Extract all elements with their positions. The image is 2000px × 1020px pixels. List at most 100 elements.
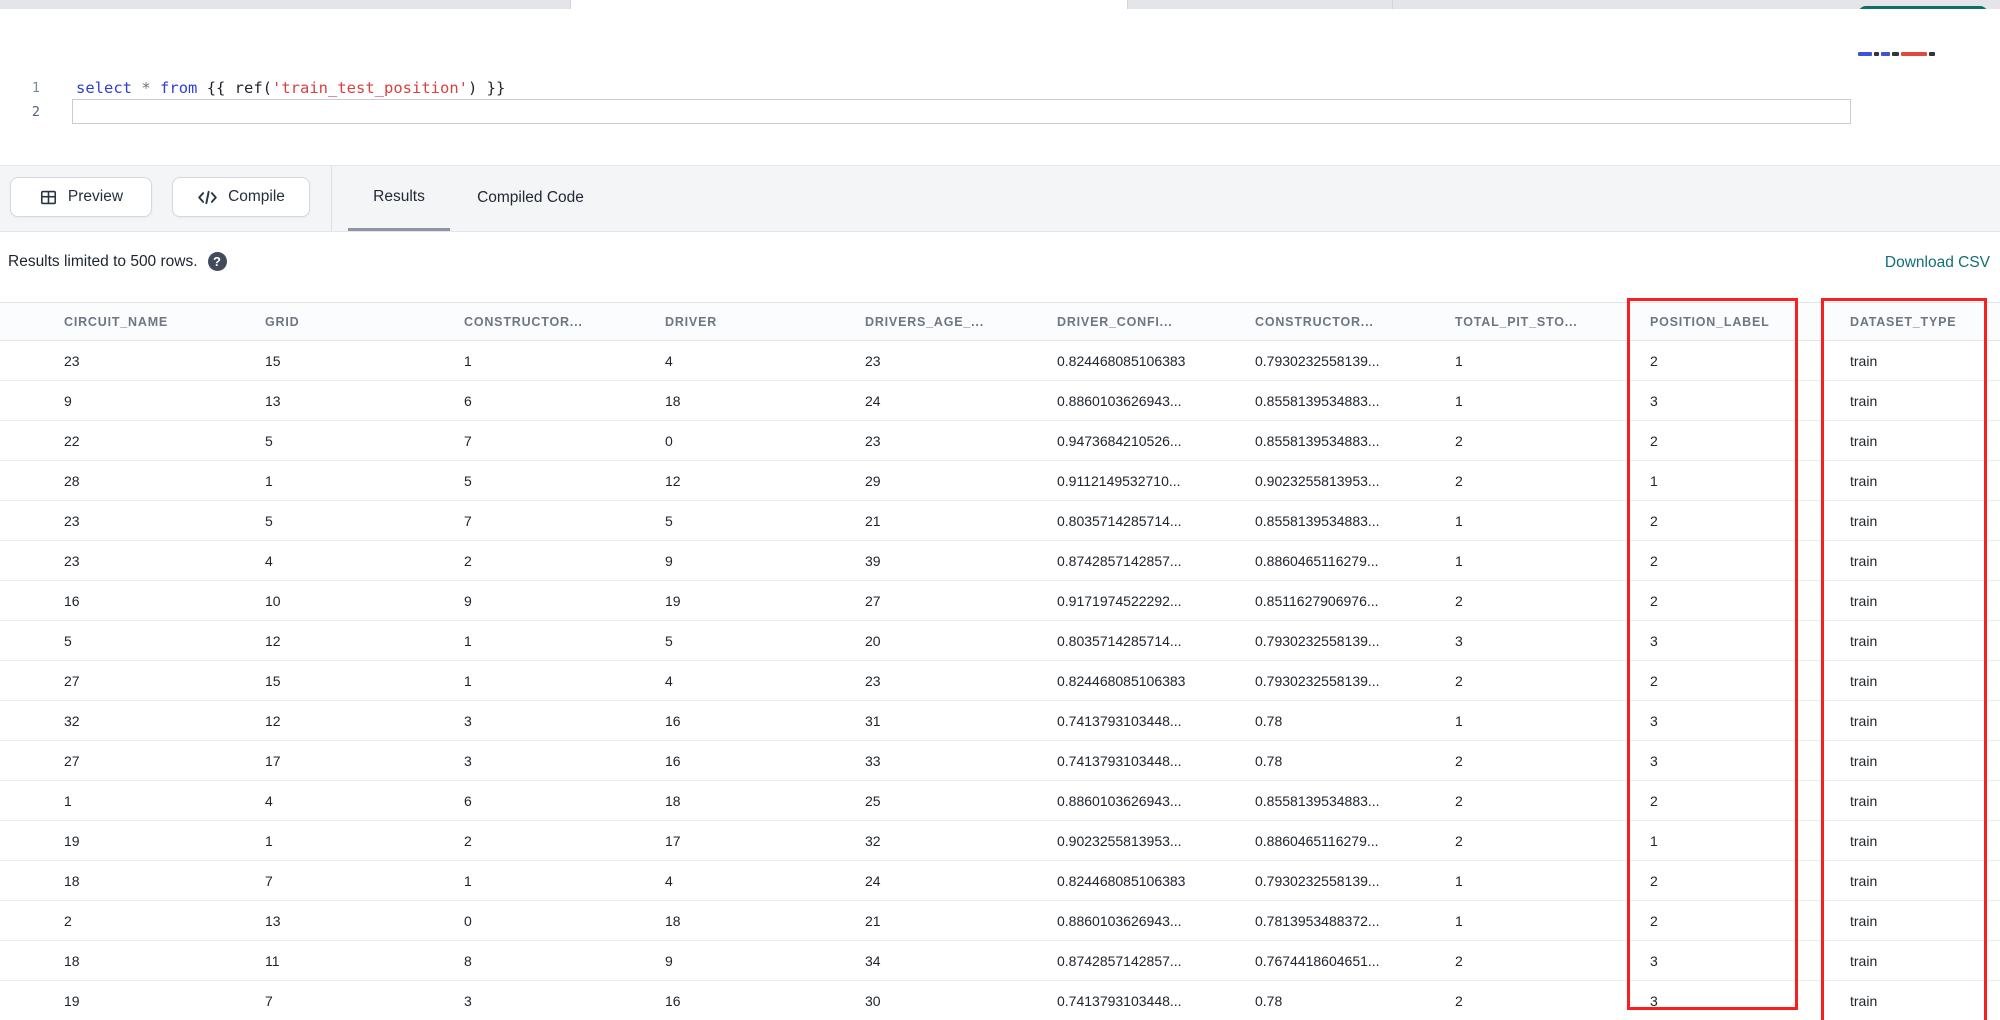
table-cell: train [1850, 992, 1878, 1009]
help-icon[interactable]: ? [207, 252, 227, 271]
table-cell: 4 [665, 872, 673, 889]
table-cell: 0.7413793103448... [1057, 752, 1182, 769]
table-cell: train [1850, 392, 1878, 409]
table-cell: 0.8860103626943... [1057, 912, 1182, 929]
column-header: CONSTRUCTOR... [1255, 314, 1374, 329]
table-cell: 0.7413793103448... [1057, 712, 1182, 729]
table-cell: 3 [1650, 752, 1658, 769]
table-cell: 0 [464, 912, 472, 929]
table-cell: 24 [865, 872, 881, 889]
table-cell: 21 [865, 512, 881, 529]
table-cell: 0.9112149532710... [1057, 472, 1181, 489]
table-cell: 2 [464, 552, 472, 569]
code-line-1[interactable]: select * from {{ ref('train_test_positio… [76, 78, 505, 98]
table-row: 5 12 1 5 20 0.8035714285714... 0.7930232558139… [0, 621, 2000, 661]
table-cell: 1 [265, 472, 273, 489]
table-cell: 1 [1455, 872, 1463, 889]
table-cell: 5 [464, 472, 472, 489]
table-cell: 0.7813953488372... [1255, 912, 1380, 929]
table-cell: 0 [665, 432, 673, 449]
table-grid-icon [39, 188, 58, 207]
table-cell: 9 [665, 952, 673, 969]
table-cell: 2 [1455, 592, 1463, 609]
table-cell: 7 [265, 872, 273, 889]
table-cell: 6 [464, 792, 472, 809]
table-cell: train [1850, 672, 1878, 689]
table-cell: 0.7930232558139... [1255, 352, 1380, 369]
tab-compiled-code[interactable]: Compiled Code [458, 165, 603, 231]
code-token: 'train_test_position' [272, 79, 468, 97]
table-cell: 23 [865, 672, 881, 689]
table-cell: 5 [665, 632, 673, 649]
table-cell: 2 [1455, 752, 1463, 769]
table-cell: train [1850, 912, 1878, 929]
table-cell: 0.7674418604651... [1255, 952, 1380, 969]
table-cell: 23 [865, 432, 881, 449]
sql-code-editor[interactable]: 1 2 select * from {{ ref('train_test_pos… [0, 9, 2000, 165]
table-cell: 18 [665, 392, 681, 409]
table-cell: 27 [64, 752, 80, 769]
column-header: DRIVER_CONFI... [1057, 314, 1173, 329]
table-row: 2 13 0 18 21 0.8860103626943... 0.781395348837… [0, 901, 2000, 941]
preview-button[interactable]: Preview [10, 177, 152, 217]
results-limit-note: Results limited to 500 rows. ? [8, 252, 227, 271]
table-cell: 2 [1650, 432, 1658, 449]
table-cell: 15 [265, 352, 281, 369]
table-cell: 21 [865, 912, 881, 929]
column-header: DRIVERS_AGE_... [865, 314, 984, 329]
table-cell: 0.7930232558139... [1255, 872, 1380, 889]
table-cell: 1 [464, 672, 472, 689]
table-cell: 22 [64, 432, 80, 449]
column-header: DRIVER [665, 314, 718, 329]
table-row: 9 13 6 18 24 0.8860103626943... 0.855813953488… [0, 381, 2000, 421]
table-cell: 2 [1455, 472, 1463, 489]
table-cell: 11 [265, 952, 280, 969]
table-header-row: CIRCUIT_NAME GRID CONSTRUCTOR... DRIVER DRIV… [0, 302, 2000, 341]
table-cell: 3 [1650, 632, 1658, 649]
dbt-ide-screen: Format Save As 1 2 select * from {{ ref(… [0, 0, 2000, 1020]
table-cell: 18 [665, 912, 681, 929]
table-cell: 3 [1650, 712, 1658, 729]
table-row: 23 4 2 9 39 0.8742857142857... 0.8860465116279… [0, 541, 2000, 581]
table-row: 32 12 3 16 31 0.7413793103448... 0.78 1 3 train [0, 701, 2000, 741]
table-row: 16 10 9 19 27 0.9171974522292... 0.85116279069… [0, 581, 2000, 621]
line-number-1: 1 [31, 80, 40, 96]
column-header: GRID [265, 314, 300, 329]
table-cell: 27 [64, 672, 80, 689]
table-row: 23 5 7 5 21 0.8035714285714... 0.8558139534883… [0, 501, 2000, 541]
code-token: select [76, 79, 132, 97]
code-token: * [141, 79, 151, 97]
table-cell: 1 [1455, 712, 1463, 729]
code-brackets-icon [197, 189, 218, 206]
table-cell: 16 [64, 592, 80, 609]
table-cell: 18 [64, 872, 80, 889]
minimap-segment [1881, 52, 1890, 56]
table-cell: 2 [1455, 672, 1463, 689]
table-cell: 0.9023255813953... [1255, 472, 1380, 489]
table-row: 18 7 1 4 24 0.824468085106383 0.7930232558139.… [0, 861, 2000, 901]
table-cell: 0.8511627906976... [1255, 592, 1379, 609]
table-cell: 7 [265, 992, 273, 1009]
table-cell: 5 [64, 632, 72, 649]
table-cell: 34 [865, 952, 881, 969]
table-cell: 0.824468085106383 [1057, 352, 1186, 369]
table-cell: 23 [64, 512, 80, 529]
table-cell: 5 [265, 512, 273, 529]
code-token: {{ ref( [197, 79, 273, 97]
table-cell: 1 [1650, 472, 1658, 489]
table-cell: 0.8860103626943... [1057, 792, 1182, 809]
active-file-tab[interactable] [570, 0, 1128, 9]
table-cell: 16 [665, 752, 681, 769]
tab-results[interactable]: Results [348, 165, 450, 231]
table-cell: 0.8742857142857... [1057, 552, 1182, 569]
table-cell: 2 [1650, 792, 1658, 809]
table-cell: train [1850, 792, 1878, 809]
minimap-segment [1901, 52, 1927, 56]
table-row: 19 1 2 17 32 0.9023255813953... 0.886046511627… [0, 821, 2000, 861]
download-csv-link[interactable]: Download CSV [1885, 254, 1990, 272]
table-cell: train [1850, 952, 1878, 969]
table-cell: 0.78 [1255, 992, 1283, 1009]
table-row: 22 5 7 0 23 0.9473684210526... 0.8558139534883… [0, 421, 2000, 461]
table-row: 27 17 3 16 33 0.7413793103448... 0.78 2 3 train [0, 741, 2000, 781]
compile-button[interactable]: Compile [172, 177, 310, 217]
